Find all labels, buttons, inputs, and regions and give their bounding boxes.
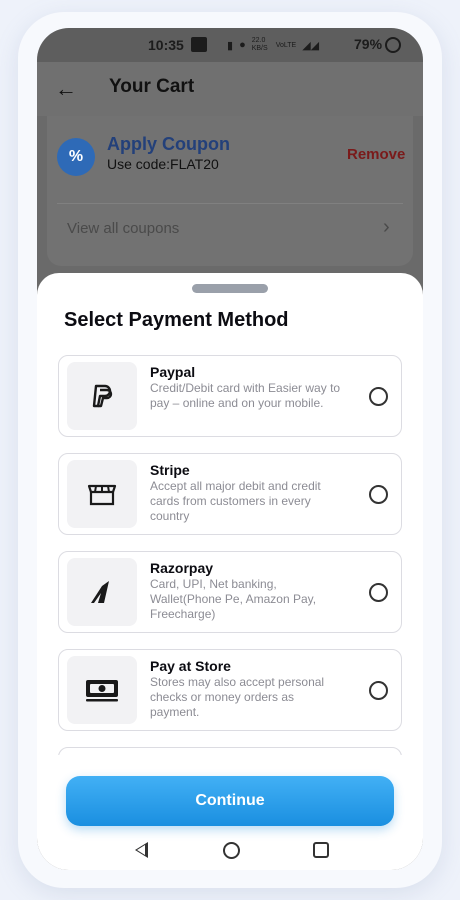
radio-button[interactable] [369, 387, 388, 406]
nav-recents-icon[interactable] [313, 842, 329, 858]
radio-button[interactable] [369, 583, 388, 602]
data-speed: 22.0 KB/S [251, 37, 268, 52]
payment-option-razorpay[interactable]: Razorpay Card, UPI, Net banking, Wallet(… [58, 551, 402, 633]
option-description: Stores may also accept personal checks o… [150, 675, 325, 719]
payment-option-paypal[interactable]: Paypal Credit/Debit card with Easier way… [58, 355, 402, 437]
payment-options-list: Paypal Credit/Debit card with Easier way… [58, 355, 402, 755]
paypal-icon [67, 362, 137, 430]
nav-back-icon[interactable] [135, 842, 148, 858]
signal-icon: ◢◢ [302, 39, 320, 52]
payment-option-partial[interactable] [58, 747, 402, 755]
continue-button[interactable]: Continue [66, 776, 394, 826]
page-title: Your Cart [109, 76, 195, 97]
radio-button[interactable] [369, 681, 388, 700]
nav-home-icon[interactable] [223, 842, 240, 859]
coupon-title: Apply Coupon [107, 134, 230, 154]
option-name: Pay at Store [150, 658, 231, 674]
payment-bottom-sheet: Select Payment Method Paypal Credit/Debi… [37, 273, 423, 870]
app-header: ← Your Cart [37, 62, 423, 116]
option-name: Paypal [150, 364, 196, 380]
option-name: Stripe [150, 462, 190, 478]
percent-badge-icon: % [57, 138, 95, 176]
vibrate-icon: ▮ [227, 39, 234, 52]
cash-icon [67, 656, 137, 724]
option-description: Card, UPI, Net banking, Wallet(Phone Pe,… [150, 577, 317, 621]
system-nav-bar [37, 838, 423, 870]
payment-option-pay-at-store[interactable]: Pay at Store Stores may also accept pers… [58, 649, 402, 731]
coupon-card: % Apply Coupon Use code:FLAT20 Remove Vi… [47, 116, 413, 266]
battery-icon [385, 37, 401, 53]
divider [57, 203, 403, 204]
sheet-title: Select Payment Method [64, 309, 289, 331]
volte-badge: VoLTE [275, 41, 297, 49]
option-description: Accept all major debit and credit cards … [150, 479, 321, 523]
battery-level: 79% [354, 36, 383, 52]
phone-screen: 10:35 ▮ ● 22.0 KB/S VoLTE ◢◢ 79% ← Your … [37, 28, 423, 870]
drag-handle[interactable] [192, 284, 268, 293]
radio-button[interactable] [369, 485, 388, 504]
location-icon: ● [239, 39, 246, 51]
option-description: Credit/Debit card with Easier way to pay… [150, 381, 341, 410]
store-icon [67, 460, 137, 528]
notification-icon [191, 37, 207, 52]
coupon-code: Use code:FLAT20 [107, 156, 219, 172]
razorpay-icon [67, 558, 137, 626]
view-all-coupons-link[interactable]: View all coupons [67, 220, 179, 237]
status-bar: 10:35 ▮ ● 22.0 KB/S VoLTE ◢◢ 79% [37, 28, 423, 62]
arrow-left-icon[interactable]: ← [55, 76, 77, 102]
status-icons: ▮ ● 22.0 KB/S VoLTE ◢◢ [227, 37, 319, 53]
status-time: 10:35 [148, 37, 184, 53]
option-name: Razorpay [150, 560, 214, 576]
remove-coupon-button[interactable]: Remove [347, 146, 405, 163]
chevron-right-icon: › [383, 216, 390, 238]
payment-option-stripe[interactable]: Stripe Accept all major debit and credit… [58, 453, 402, 535]
